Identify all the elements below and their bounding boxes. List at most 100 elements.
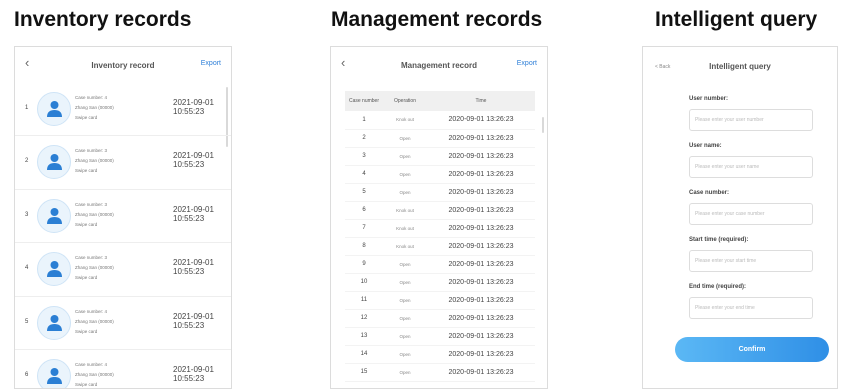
inventory-page-title: Inventory record xyxy=(91,60,155,70)
table-row[interactable]: 15 Open 2020-09-01 13:26:23 xyxy=(345,363,535,382)
case-number-cell: 4 xyxy=(345,165,383,184)
action-text: Swipe card xyxy=(75,381,98,387)
time-cell: 2020-09-01 13:26:23 xyxy=(427,273,535,292)
user-text: Zhang San (00000) xyxy=(75,371,114,377)
management-table: Case number Operation Time 1 Knok out 2020… xyxy=(345,91,535,382)
table-row[interactable]: 6 Knok out 2020-09-01 13:26:23 xyxy=(345,201,535,220)
list-item[interactable]: 2 Case number: 3 Zhang San (00000) Swipe ca… xyxy=(15,136,231,190)
table-row[interactable]: 2 Open 2020-09-01 13:26:23 xyxy=(345,129,535,148)
start-time-input[interactable] xyxy=(689,250,813,272)
table-row[interactable]: 1 Knok out 2020-09-01 13:26:23 xyxy=(345,111,535,130)
time-cell: 2020-09-01 13:26:23 xyxy=(427,255,535,274)
case-number-text: Case number: 4 xyxy=(75,361,108,367)
chevron-left-icon[interactable]: ‹ xyxy=(341,56,345,69)
case-number-text: Case number: 3 xyxy=(75,255,108,261)
table-row[interactable]: 11 Open 2020-09-01 13:26:23 xyxy=(345,291,535,310)
user-icon xyxy=(47,261,62,278)
table-row[interactable]: 3 Open 2020-09-01 13:26:23 xyxy=(345,147,535,166)
inventory-header: ‹ Inventory record Export xyxy=(15,47,231,83)
list-item[interactable]: 5 Case number: 4 Zhang San (00000) Swipe ca… xyxy=(15,297,231,350)
end-time-input[interactable] xyxy=(689,297,813,319)
table-row[interactable]: 9 Open 2020-09-01 13:26:23 xyxy=(345,255,535,274)
case-number-cell: 1 xyxy=(345,111,383,130)
record-info: Case number: 3 Zhang San (00000) Swipe car… xyxy=(75,146,114,176)
management-section-title: Management records xyxy=(331,8,543,31)
user-text: Zhang San (00000) xyxy=(75,158,114,164)
time-cell: 2020-09-01 13:26:23 xyxy=(427,111,535,130)
table-row[interactable]: 8 Knok out 2020-09-01 13:26:23 xyxy=(345,237,535,256)
action-text: Swipe card xyxy=(75,328,98,334)
user-icon xyxy=(47,314,62,331)
case-number-cell: 11 xyxy=(345,291,383,310)
table-row[interactable]: 4 Open 2020-09-01 13:26:23 xyxy=(345,165,535,184)
case-number-cell: 10 xyxy=(345,273,383,292)
operation-cell: Open xyxy=(383,309,427,328)
case-number-text: Case number: 3 xyxy=(75,148,108,154)
operation-cell: Knok out xyxy=(383,237,427,256)
table-row[interactable]: 13 Open 2020-09-01 13:26:23 xyxy=(345,327,535,346)
user-name-label: User name: xyxy=(689,143,722,149)
record-info: Case number: 4 Zhang San (00000) Swipe car… xyxy=(75,93,114,123)
time-cell: 2020-09-01 13:26:23 xyxy=(427,219,535,238)
record-date: 2021-09-01 xyxy=(173,151,214,161)
record-time: 10:55:23 xyxy=(173,107,205,116)
inventory-screen: ‹ Inventory record Export 1 Case number: … xyxy=(14,46,232,389)
time-cell: 2020-09-01 13:26:23 xyxy=(427,327,535,346)
time-cell: 2020-09-01 13:26:23 xyxy=(427,309,535,328)
table-row[interactable]: 7 Knok out 2020-09-01 13:26:23 xyxy=(345,219,535,238)
table-row[interactable]: 12 Open 2020-09-01 13:26:23 xyxy=(345,309,535,328)
inventory-section-title: Inventory records xyxy=(14,8,192,31)
avatar xyxy=(37,198,71,233)
avatar xyxy=(37,92,71,126)
inventory-list: 1 Case number: 4 Zhang San (00000) Swipe ca… xyxy=(15,83,231,388)
case-number-input[interactable] xyxy=(689,203,813,225)
operation-cell: Open xyxy=(383,255,427,274)
operation-cell: Open xyxy=(383,147,427,166)
column-header-operation: Operation xyxy=(383,91,427,111)
row-index: 2 xyxy=(25,158,29,165)
case-number-cell: 2 xyxy=(345,129,383,148)
user-text: Zhang San (00000) xyxy=(75,211,114,217)
action-text: Swipe card xyxy=(75,275,98,281)
operation-cell: Open xyxy=(383,165,427,184)
operation-cell: Open xyxy=(383,363,427,382)
row-index: 1 xyxy=(25,105,29,111)
time-cell: 2020-09-01 13:26:23 xyxy=(427,237,535,256)
user-text: Zhang San (00000) xyxy=(75,105,114,110)
record-info: Case number: 4 Zhang San (00000) Swipe car… xyxy=(75,307,114,337)
management-export-link[interactable]: Export xyxy=(517,60,537,67)
case-number-cell: 13 xyxy=(345,327,383,346)
inventory-export-link[interactable]: Export xyxy=(201,60,221,67)
record-info: Case number: 4 Zhang San (00000) Swipe car… xyxy=(75,360,114,388)
case-number-text: Case number: 4 xyxy=(75,308,108,314)
user-number-input[interactable] xyxy=(689,109,813,131)
operation-cell: Open xyxy=(383,273,427,292)
chevron-left-icon[interactable]: ‹ xyxy=(25,56,29,69)
record-datetime: 2021-09-01 10:55:23 xyxy=(173,365,214,383)
action-text: Swipe card xyxy=(75,221,98,227)
table-row[interactable]: 5 Open 2020-09-01 13:26:23 xyxy=(345,183,535,202)
user-number-label: User number: xyxy=(689,96,729,102)
record-date: 2021-09-01 xyxy=(173,258,214,268)
list-item[interactable]: 4 Case number: 3 Zhang San (00000) Swipe ca… xyxy=(15,243,231,297)
record-time: 10:55:23 xyxy=(173,160,205,170)
time-cell: 2020-09-01 13:26:23 xyxy=(427,345,535,364)
record-datetime: 2021-09-01 10:55:23 xyxy=(173,258,214,276)
table-row[interactable]: 14 Open 2020-09-01 13:26:23 xyxy=(345,345,535,364)
record-datetime: 2021-09-01 10:55:23 xyxy=(173,98,214,116)
management-scrollbar[interactable] xyxy=(542,117,544,133)
user-name-input[interactable] xyxy=(689,156,813,178)
case-number-cell: 7 xyxy=(345,219,383,238)
user-text: Zhang San (00000) xyxy=(75,265,114,271)
table-row[interactable]: 10 Open 2020-09-01 13:26:23 xyxy=(345,273,535,292)
list-item[interactable]: 1 Case number: 4 Zhang San (00000) Swipe ca… xyxy=(15,83,231,137)
case-number-cell: 6 xyxy=(345,201,383,220)
avatar xyxy=(37,252,71,287)
operation-cell: Knok out xyxy=(383,111,427,130)
list-item[interactable]: 6 Case number: 4 Zhang San (00000) Swipe ca… xyxy=(15,350,231,388)
list-item[interactable]: 3 Case number: 3 Zhang San (00000) Swipe ca… xyxy=(15,190,231,244)
avatar xyxy=(37,305,71,340)
case-number-label: Case number: xyxy=(689,190,730,196)
confirm-button[interactable]: Confirm xyxy=(675,337,829,362)
column-header-case-number: Case number xyxy=(345,91,383,111)
